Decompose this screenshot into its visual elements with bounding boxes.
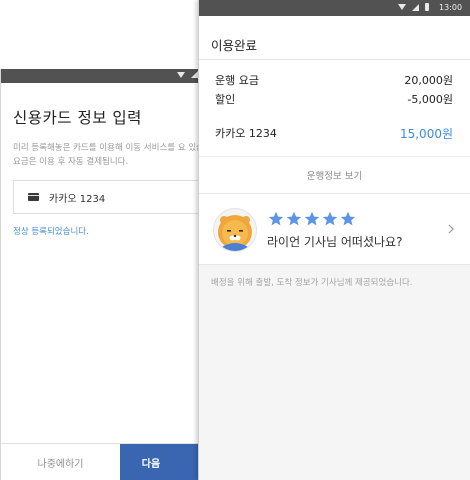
later-button[interactable]: 나중에하기 (1, 444, 120, 480)
payment-card-label: 카카오 1234 (215, 127, 277, 140)
fare-row: 운행 요금 20,000원 (215, 72, 453, 88)
signal-icon (191, 71, 198, 78)
status-time: 13:00 (439, 3, 463, 12)
lion-avatar (213, 208, 257, 252)
credit-card-icon (28, 193, 39, 201)
card-select-field[interactable]: 카카오 1234 (13, 180, 212, 214)
ride-complete-screen: 13:00 이용완료 운행 요금 20,000원 할인 -5,000원 카카오 … (198, 0, 470, 480)
status-bar: 13:00 (199, 0, 470, 16)
fare-label: 운행 요금 (215, 74, 259, 87)
divider (199, 59, 470, 60)
total-value: 15,000원 (399, 127, 453, 141)
page-title: 이용완료 (211, 38, 258, 53)
rating-prompt: 라이언 기사님 어떠셨나요? (267, 235, 403, 249)
footer-note: 배정을 위해 출발, 도착 정보가 기사님께 제공되었습니다. (211, 278, 413, 288)
star-icon[interactable] (340, 211, 356, 227)
total-row: 카카오 1234 15,000원 (215, 125, 453, 142)
star-icon[interactable] (322, 211, 338, 227)
page-title: 신용카드 정보 입력 (13, 109, 142, 127)
discount-label: 할인 (215, 93, 236, 106)
chevron-right-icon[interactable] (446, 224, 456, 234)
discount-value: -5,000원 (407, 93, 453, 106)
footer-buttons: 나중에하기 다음 (1, 443, 212, 480)
driver-rating-card[interactable]: 라이언 기사님 어떠셨나요? (199, 194, 470, 265)
status-bar (1, 69, 212, 83)
status-icons (398, 3, 429, 11)
signal-icon (412, 3, 419, 11)
rating-stars[interactable] (268, 211, 356, 227)
status-icons (177, 71, 198, 78)
card-input-screen: 신용카드 정보 입력 미리 등록해놓은 카드를 이용해 이동 서비스를 요 있습… (0, 69, 212, 480)
fare-value: 20,000원 (404, 74, 453, 87)
registered-message: 정상 등록되었습니다. (13, 227, 89, 237)
battery-icon (425, 3, 429, 11)
ride-detail-link[interactable]: 운행정보 보기 (199, 157, 470, 193)
star-icon[interactable] (286, 211, 302, 227)
star-icon[interactable] (304, 211, 320, 227)
discount-row: 할인 -5,000원 (215, 91, 453, 107)
card-name: 카카오 1234 (49, 193, 106, 205)
wifi-icon (177, 71, 185, 78)
description-text: 미리 등록해놓은 카드를 이용해 이동 서비스를 요 있습니다. 요금은 이용 … (13, 143, 212, 167)
wifi-icon (398, 4, 406, 10)
star-icon[interactable] (268, 211, 284, 227)
